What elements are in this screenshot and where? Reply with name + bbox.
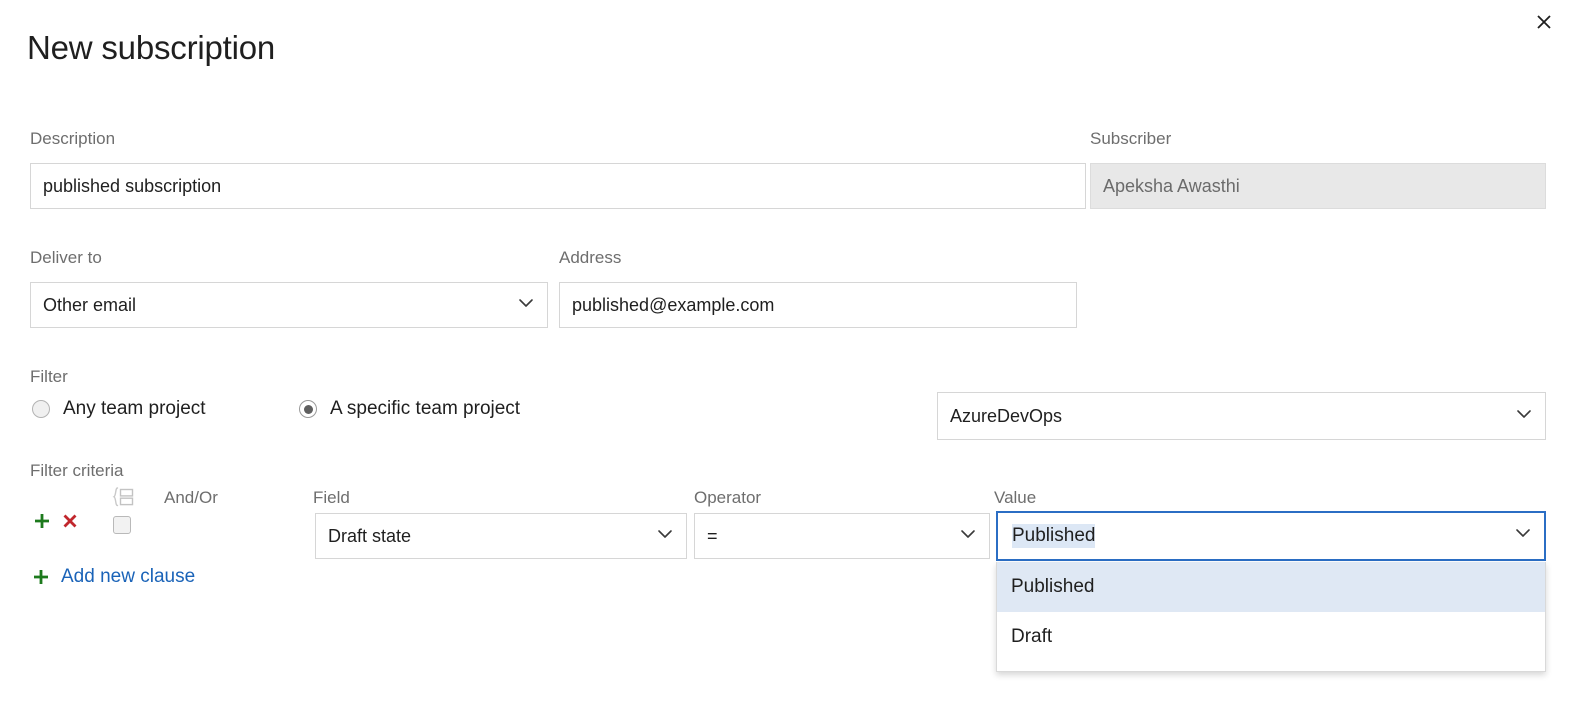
column-header-value: Value bbox=[994, 488, 1036, 508]
chevron-down-icon bbox=[957, 523, 979, 550]
column-header-field: Field bbox=[313, 488, 350, 508]
clause-row-checkbox[interactable] bbox=[113, 516, 131, 534]
deliver-to-value: Other email bbox=[43, 295, 515, 316]
deliver-to-dropdown[interactable]: Other email bbox=[30, 282, 548, 328]
column-header-operator: Operator bbox=[694, 488, 761, 508]
chevron-down-icon bbox=[515, 292, 537, 319]
page-title: New subscription bbox=[27, 28, 275, 68]
value-combobox[interactable]: Published bbox=[996, 511, 1546, 561]
radio-any-team-project[interactable]: Any team project bbox=[32, 398, 206, 420]
delete-clause-row-button[interactable] bbox=[58, 510, 82, 536]
and-or-cell[interactable] bbox=[164, 513, 304, 559]
subscriber-input: Apeksha Awasthi bbox=[1090, 163, 1546, 209]
column-header-and-or: And/Or bbox=[164, 488, 218, 508]
radio-indicator bbox=[32, 400, 50, 418]
radio-specific-team-project-label: A specific team project bbox=[330, 398, 520, 420]
value-option-draft[interactable]: Draft bbox=[997, 612, 1545, 662]
add-new-clause-label: Add new clause bbox=[61, 566, 195, 588]
plus-icon bbox=[30, 565, 52, 589]
field-dropdown[interactable]: Draft state bbox=[315, 513, 687, 559]
chevron-down-icon bbox=[654, 523, 676, 550]
add-clause-row-button[interactable] bbox=[30, 510, 54, 536]
radio-indicator bbox=[299, 400, 317, 418]
cross-icon bbox=[60, 511, 80, 536]
value-option-published[interactable]: Published bbox=[997, 562, 1545, 612]
deliver-to-label: Deliver to bbox=[30, 249, 102, 266]
operator-value: = bbox=[707, 526, 957, 547]
chevron-down-icon[interactable] bbox=[1512, 522, 1534, 550]
team-project-value: AzureDevOps bbox=[950, 406, 1513, 427]
plus-icon bbox=[32, 511, 52, 536]
add-new-clause-link[interactable]: Add new clause bbox=[30, 565, 195, 589]
address-label: Address bbox=[559, 249, 621, 266]
subscriber-label: Subscriber bbox=[1090, 130, 1171, 147]
team-project-dropdown[interactable]: AzureDevOps bbox=[937, 392, 1546, 440]
address-input[interactable]: published@example.com bbox=[559, 282, 1077, 328]
description-input[interactable]: published subscription bbox=[30, 163, 1086, 209]
radio-specific-team-project[interactable]: A specific team project bbox=[299, 398, 520, 420]
close-icon bbox=[1534, 12, 1554, 32]
radio-any-team-project-label: Any team project bbox=[63, 398, 206, 420]
value-dropdown-list: Published Draft bbox=[996, 562, 1546, 672]
field-value: Draft state bbox=[328, 526, 654, 547]
description-label: Description bbox=[30, 130, 115, 147]
value-combobox-text: Published bbox=[1012, 524, 1095, 548]
filter-label: Filter bbox=[30, 368, 68, 385]
close-dialog-button[interactable] bbox=[1526, 4, 1562, 40]
group-clauses-icon[interactable] bbox=[108, 485, 136, 509]
operator-dropdown[interactable]: = bbox=[694, 513, 990, 559]
filter-criteria-label: Filter criteria bbox=[30, 462, 124, 479]
chevron-down-icon bbox=[1513, 403, 1535, 430]
